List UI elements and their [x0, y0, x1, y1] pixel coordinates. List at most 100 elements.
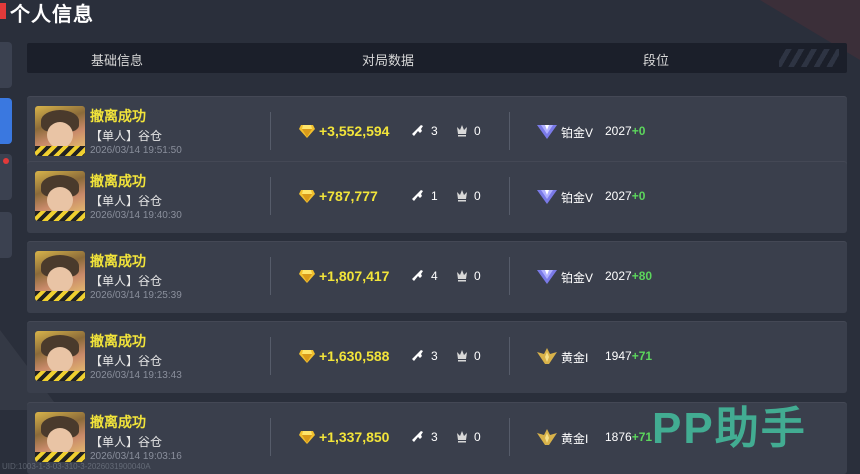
left-tab-4[interactable]: [0, 212, 12, 258]
divider: [509, 337, 510, 375]
assist-icon: [455, 429, 469, 443]
kill-count: 1: [431, 189, 438, 203]
match-time: 2026/03/14 19:40:30: [90, 210, 182, 221]
match-time: 2026/03/14 19:13:43: [90, 370, 182, 381]
assist-count: 0: [474, 124, 481, 138]
assist-icon: [455, 268, 469, 282]
left-tab-1[interactable]: [0, 42, 12, 88]
match-mode: 【单人】谷仓: [90, 274, 163, 288]
money-value: +1,337,850: [319, 429, 390, 445]
match-row[interactable]: 撤离成功【单人】谷仓 2026/03/14 19:13:43 +1,630,588 3…: [27, 321, 847, 393]
money-value: +3,552,594: [319, 123, 390, 139]
rank-name: 铂金V: [561, 271, 594, 285]
gem-icon: [299, 430, 315, 444]
divider: [270, 257, 271, 295]
gold-rank-icon: [537, 347, 557, 365]
extract-status: 撤离成功: [90, 253, 146, 269]
uid-text: UID:1003-1-3-03-310-3-2026031900040A: [2, 462, 151, 471]
rank-name: 铂金V: [561, 126, 594, 140]
rank-delta: +0: [631, 189, 646, 203]
table-header: 基础信息 对局数据 段位: [27, 43, 847, 73]
rank-points: 1876: [605, 430, 632, 444]
divider: [270, 337, 271, 375]
notification-dot: [3, 158, 9, 164]
rank-points: 2027: [605, 189, 632, 203]
extract-status: 撤离成功: [90, 414, 146, 430]
platinum-rank-icon: [537, 187, 557, 205]
gem-icon: [299, 124, 315, 138]
rank-points: 2027: [605, 124, 632, 138]
match-time: 2026/03/14 19:25:39: [90, 290, 182, 301]
platinum-rank-icon: [537, 122, 557, 140]
match-mode: 【单人】谷仓: [90, 129, 163, 143]
gem-icon: [299, 269, 315, 283]
rank-score: 1876+71: [605, 430, 652, 444]
assist-count: 0: [474, 189, 481, 203]
match-mode: 【单人】谷仓: [90, 435, 163, 449]
header-match-data: 对局数据: [362, 53, 415, 68]
extract-status: 撤离成功: [90, 333, 146, 349]
rank-points: 2027: [605, 269, 632, 283]
rank-name: 黄金I: [561, 432, 589, 446]
kill-count: 4: [431, 269, 438, 283]
match-row[interactable]: 撤离成功【单人】谷仓 2026/03/14 19:25:39 +1,807,417 4…: [27, 241, 847, 313]
avatar: [35, 412, 85, 462]
assist-icon: [455, 123, 469, 137]
divider: [509, 177, 510, 215]
assist-count: 0: [474, 269, 481, 283]
divider: [509, 257, 510, 295]
divider: [509, 112, 510, 150]
gold-rank-icon: [537, 428, 557, 446]
match-time: 2026/03/14 19:03:16: [90, 451, 182, 462]
kill-icon: [411, 123, 425, 137]
avatar: [35, 251, 85, 301]
rank-delta: +80: [631, 269, 653, 283]
rank-score: 2027+80: [605, 269, 652, 283]
rank-name: 铂金V: [561, 191, 594, 205]
money-value: +1,630,588: [319, 348, 390, 364]
rank-delta: +71: [631, 349, 653, 363]
avatar: [35, 171, 85, 221]
kill-count: 3: [431, 349, 438, 363]
avatar: [35, 331, 85, 381]
extract-status: 撤离成功: [90, 108, 146, 124]
watermark: PP助手: [652, 404, 807, 453]
rank-score: 2027+0: [605, 189, 645, 203]
avatar: [35, 106, 85, 156]
gem-icon: [299, 349, 315, 363]
match-row[interactable]: 撤离成功【单人】谷仓 2026/03/14 19:40:30 +787,777 1 0 铂…: [27, 161, 847, 233]
header-rank: 段位: [643, 53, 670, 68]
rank-delta: +71: [631, 430, 653, 444]
extract-status: 撤离成功: [90, 173, 146, 189]
match-row[interactable]: 撤离成功【单人】谷仓 2026/03/14 19:51:50 +3,552,594 3…: [27, 96, 847, 168]
header-decoration: [779, 49, 839, 67]
assist-count: 0: [474, 349, 481, 363]
rank-name: 黄金I: [561, 351, 589, 365]
kill-icon: [411, 348, 425, 362]
money-value: +787,777: [319, 188, 378, 204]
divider: [270, 112, 271, 150]
divider: [509, 418, 510, 456]
kill-icon: [411, 188, 425, 202]
rank-score: 2027+0: [605, 124, 645, 138]
kill-count: 3: [431, 430, 438, 444]
divider: [270, 418, 271, 456]
divider: [270, 177, 271, 215]
kill-count: 3: [431, 124, 438, 138]
left-tab-2[interactable]: [0, 98, 12, 144]
kill-icon: [411, 429, 425, 443]
assist-icon: [455, 188, 469, 202]
assist-icon: [455, 348, 469, 362]
rank-score: 1947+71: [605, 349, 652, 363]
money-value: +1,807,417: [319, 268, 390, 284]
match-time: 2026/03/14 19:51:50: [90, 145, 182, 156]
page-title: 个人信息: [10, 4, 94, 26]
match-mode: 【单人】谷仓: [90, 194, 163, 208]
assist-count: 0: [474, 430, 481, 444]
match-mode: 【单人】谷仓: [90, 354, 163, 368]
title-accent: [0, 3, 6, 19]
gem-icon: [299, 189, 315, 203]
platinum-rank-icon: [537, 267, 557, 285]
rank-delta: +0: [631, 124, 646, 138]
rank-points: 1947: [605, 349, 632, 363]
